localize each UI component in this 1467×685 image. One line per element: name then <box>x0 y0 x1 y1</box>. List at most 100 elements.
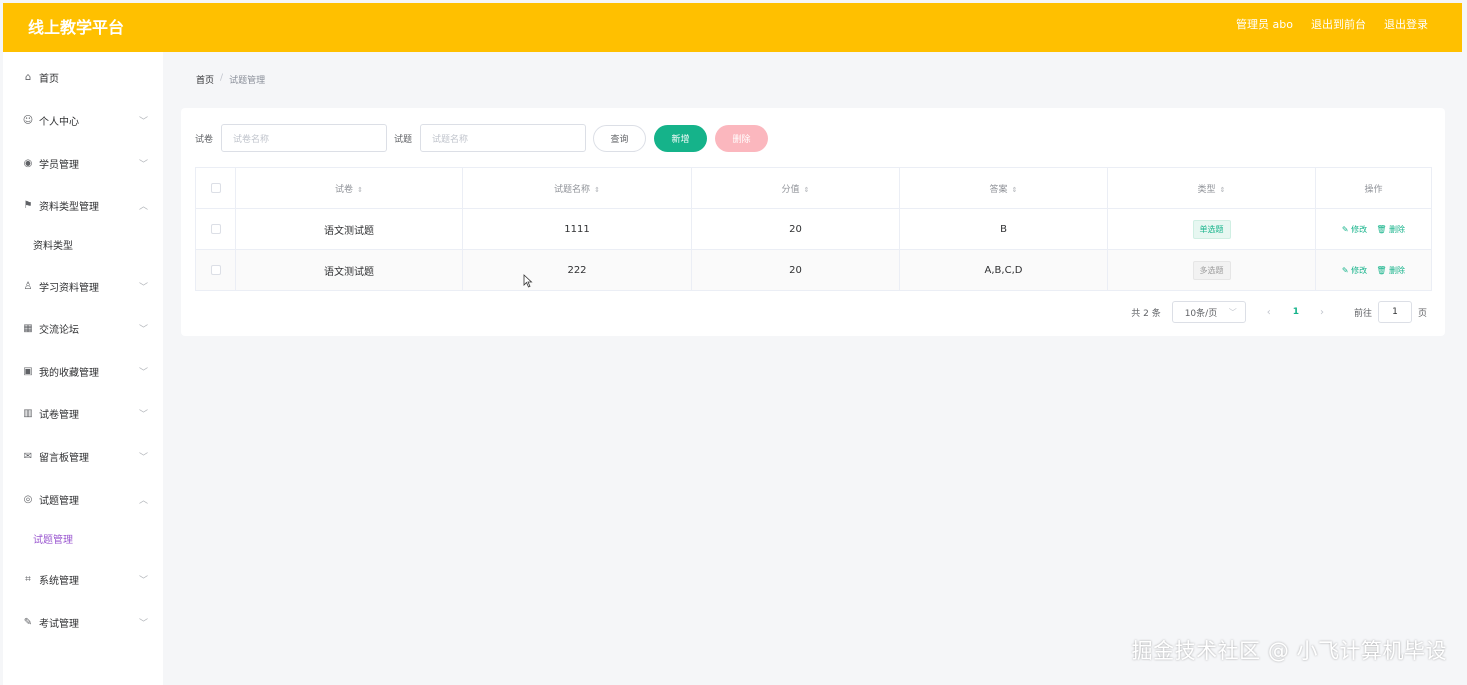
remove-button[interactable]: 🗑 删除 <box>1376 225 1405 234</box>
sidebar-item-exams[interactable]: ✎ 考试管理 ﹀ <box>3 607 163 637</box>
logout-link[interactable]: 退出登录 <box>1384 16 1428 32</box>
questions-table: 试卷 ⇕ 试题名称 ⇕ 分值 ⇕ 答案 ⇕ 类型 ⇕ 操作 语文测试题 1111 20 <box>195 167 1432 291</box>
home-icon: ⌂ <box>24 71 32 83</box>
edit-button[interactable]: ✎ 修改 <box>1342 225 1367 234</box>
app-window: 线上教学平台 管理员 abo 退出到前台 退出登录 ⌂ 首页 ☺ 个人中心 ﹀ … <box>3 3 1462 685</box>
location-icon: ◉ <box>23 157 33 169</box>
remove-button[interactable]: 🗑 删除 <box>1376 266 1405 275</box>
query-button[interactable]: 查询 <box>593 124 647 152</box>
search-form: 试卷 试卷名称 试题 试题名称 查询 新增 删除 <box>195 124 769 152</box>
row-checkbox[interactable] <box>195 208 236 250</box>
sidebar-item-label: 考试管理 <box>39 618 79 630</box>
sidebar-item-label: 系统管理 <box>39 575 79 587</box>
sidebar-item-label: 我的收藏管理 <box>39 367 99 379</box>
cell-type: 多选题 <box>1107 249 1316 291</box>
cell-question: 222 <box>462 249 692 291</box>
sort-icon: ⇕ <box>803 185 810 194</box>
add-button[interactable]: 新增 <box>654 124 708 152</box>
top-bar: 线上教学平台 管理员 abo 退出到前台 退出登录 <box>3 3 1462 52</box>
sidebar-subitem-material-type[interactable]: 资料类型 <box>33 234 73 254</box>
cell-paper: 语文测试题 <box>235 249 463 291</box>
total-count: 共 2 条 <box>1131 308 1161 319</box>
table-row: 语文测试题 222 20 A,B,C,D 多选题 ✎ 修改 🗑 删除 <box>195 249 1432 291</box>
chevron-down-icon: ﹀ <box>138 159 148 170</box>
pagination: 共 2 条 10条/页 ﹀ ‹ 1 › 前往 1 页 <box>1131 301 1427 323</box>
goto-suffix: 页 <box>1417 308 1427 319</box>
mail-icon: ✉ <box>23 450 33 462</box>
select-all-checkbox[interactable] <box>195 167 236 209</box>
checkbox-icon <box>210 264 221 275</box>
column-header-score[interactable]: 分值 ⇕ <box>691 167 900 209</box>
sort-icon: ⇕ <box>357 185 363 194</box>
next-page-button[interactable]: › <box>1320 307 1324 318</box>
sidebar-item-favorites[interactable]: ▣ 我的收藏管理 ﹀ <box>3 356 163 386</box>
sidebar-item-material-types[interactable]: ⚑ 资料类型管理 ︿ <box>3 190 163 220</box>
prev-page-button[interactable]: ‹ <box>1267 307 1271 318</box>
sidebar-item-questions[interactable]: ◎ 试题管理 ︿ <box>3 484 163 514</box>
goto-label: 前往 <box>1353 308 1372 319</box>
sidebar: ⌂ 首页 ☺ 个人中心 ﹀ ◉ 学员管理 ﹀ ⚑ 资料类型管理 ︿ 资料类型 ♙… <box>3 52 163 685</box>
user-icon: ☺ <box>22 114 34 126</box>
cell-answer: A,B,C,D <box>899 249 1108 291</box>
sidebar-item-label: 试题管理 <box>39 495 79 507</box>
sidebar-item-message-board[interactable]: ✉ 留言板管理 ﹀ <box>3 441 163 471</box>
sidebar-item-forum[interactable]: ▦ 交流论坛 ﹀ <box>3 313 163 343</box>
exit-to-front-link[interactable]: 退出到前台 <box>1311 16 1366 32</box>
column-header-answer[interactable]: 答案 ⇕ <box>899 167 1108 209</box>
cell-answer: B <box>899 208 1108 250</box>
sidebar-item-label: 首页 <box>39 73 59 85</box>
sidebar-item-system[interactable]: ⌗ 系统管理 ﹀ <box>3 564 163 594</box>
goto-page-input[interactable]: 1 <box>1377 301 1412 323</box>
chevron-up-icon: ︿ <box>138 495 148 506</box>
sidebar-item-students[interactable]: ◉ 学员管理 ﹀ <box>3 148 163 178</box>
chart-icon: ▥ <box>23 407 33 419</box>
page-size-select[interactable]: 10条/页 ﹀ <box>1171 301 1246 323</box>
chevron-down-icon: ﹀ <box>138 575 148 586</box>
table-header-row: 试卷 ⇕ 试题名称 ⇕ 分值 ⇕ 答案 ⇕ 类型 ⇕ 操作 <box>195 167 1432 209</box>
page-number[interactable]: 1 <box>1293 307 1299 317</box>
column-header-paper[interactable]: 试卷 ⇕ <box>235 167 463 209</box>
edit-button[interactable]: ✎ 修改 <box>1342 266 1367 275</box>
sidebar-item-papers[interactable]: ▥ 试卷管理 ﹀ <box>3 398 163 428</box>
sidebar-item-personal-center[interactable]: ☺ 个人中心 ﹀ <box>3 105 163 135</box>
content-card: 试卷 试卷名称 试题 试题名称 查询 新增 删除 试卷 ⇕ 试题名称 ⇕ 分值 ⇕ <box>181 108 1445 336</box>
main-content: 首页 / 试题管理 试卷 试卷名称 试题 试题名称 查询 新增 删除 试卷 ⇕ … <box>163 52 1462 685</box>
sidebar-item-label: 交流论坛 <box>39 324 79 336</box>
cell-paper: 语文测试题 <box>235 208 463 250</box>
question-name-input[interactable]: 试题名称 <box>420 124 587 152</box>
sidebar-item-label: 试卷管理 <box>39 409 79 421</box>
chevron-down-icon: ﹀ <box>138 409 148 420</box>
circle-icon: ◎ <box>23 493 33 505</box>
column-header-question[interactable]: 试题名称 ⇕ <box>462 167 692 209</box>
sidebar-item-label: 留言板管理 <box>39 452 89 464</box>
column-header-type[interactable]: 类型 ⇕ <box>1107 167 1316 209</box>
delete-button[interactable]: 删除 <box>715 124 769 152</box>
type-tag: 单选题 <box>1192 219 1231 239</box>
question-field-label: 试题 <box>394 134 413 145</box>
cell-question: 1111 <box>462 208 692 250</box>
sidebar-item-home[interactable]: ⌂ 首页 <box>3 62 163 92</box>
sort-icon: ⇕ <box>1011 185 1018 194</box>
breadcrumb-home[interactable]: 首页 <box>196 73 214 86</box>
paper-field-label: 试卷 <box>195 134 214 145</box>
top-right-links: 管理员 abo 退出到前台 退出登录 <box>1236 16 1428 32</box>
sidebar-item-label: 个人中心 <box>39 116 79 128</box>
flag-icon: ⚑ <box>23 199 33 211</box>
paper-name-input[interactable]: 试卷名称 <box>221 124 388 152</box>
chevron-down-icon: ﹀ <box>138 282 148 293</box>
breadcrumb-separator: / <box>220 73 224 83</box>
checkbox-icon <box>210 223 221 234</box>
sidebar-subitem-questions[interactable]: 试题管理 <box>33 528 73 548</box>
sidebar-item-study-materials[interactable]: ♙ 学习资料管理 ﹀ <box>3 271 163 301</box>
column-header-actions: 操作 <box>1315 167 1432 209</box>
grid-icon: ▦ <box>23 322 33 334</box>
pen-icon: ✎ <box>23 616 33 628</box>
chevron-down-icon: ﹀ <box>138 116 148 127</box>
picture-icon: ▣ <box>23 365 33 377</box>
admin-user-label[interactable]: 管理员 abo <box>1236 16 1293 32</box>
row-checkbox[interactable] <box>195 249 236 291</box>
chevron-down-icon: ﹀ <box>1228 307 1237 317</box>
checkbox-icon <box>210 182 221 193</box>
sort-icon: ⇕ <box>1219 185 1226 194</box>
type-tag: 多选题 <box>1192 260 1231 280</box>
